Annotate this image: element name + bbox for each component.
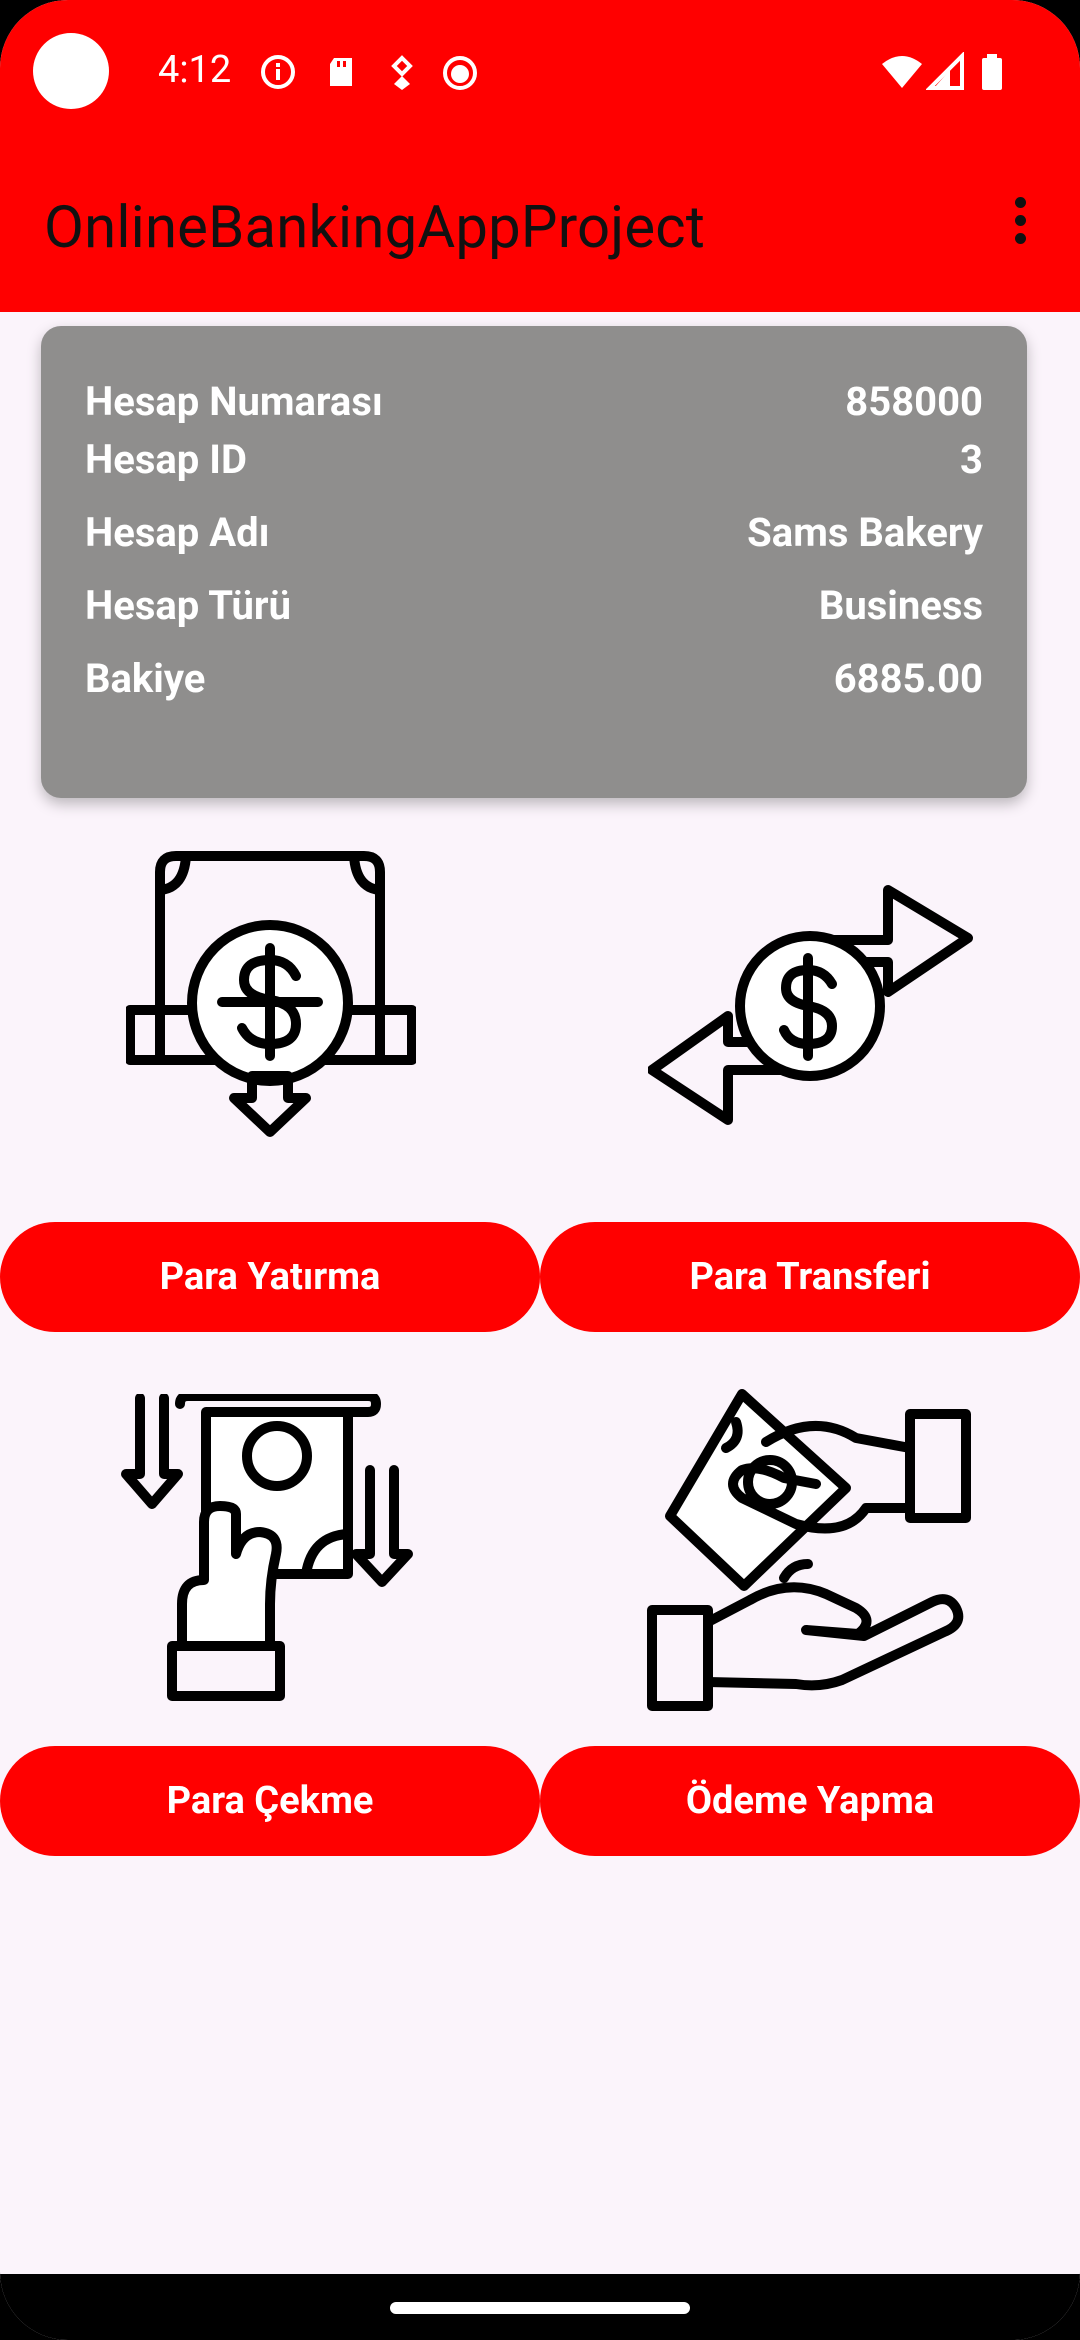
account-id-row: Hesap ID 3 [85, 436, 983, 492]
account-name-row: Hesap Adı Sams Bakery [85, 509, 983, 565]
overflow-menu-icon[interactable] [1004, 192, 1036, 256]
withdraw-button[interactable]: Para Çekme [0, 1746, 540, 1856]
balance-label: Bakiye [85, 655, 206, 702]
account-id-value: 3 [960, 436, 983, 483]
transfer-button[interactable]: Para Transferi [540, 1222, 1080, 1332]
status-time: 4:12 [158, 48, 232, 92]
make-payment-icon[interactable] [646, 1388, 976, 1712]
account-card: Hesap Numarası 858000 Hesap ID 3 Hesap A… [41, 326, 1027, 798]
info-icon [261, 55, 295, 89]
account-type-row: Hesap Türü Business [85, 582, 983, 638]
money-transfer-icon[interactable] [648, 880, 974, 1132]
deposit-button[interactable]: Para Yatırma [0, 1222, 540, 1332]
status-bar: 4:12 [0, 0, 1080, 142]
account-type-value: Business [818, 582, 983, 629]
withdraw-money-icon[interactable] [120, 1394, 422, 1704]
balance-row: Bakiye 6885.00 [85, 655, 983, 711]
app-notification-icon [443, 56, 477, 90]
screen: 4:12 OnlineBankingAppProject Hesap Numar… [0, 0, 1080, 2340]
payment-button[interactable]: Ödeme Yapma [540, 1746, 1080, 1856]
home-gesture-handle[interactable] [390, 2302, 690, 2314]
download-icon [391, 55, 413, 90]
camera-cutout [33, 33, 109, 109]
account-number-label: Hesap Numarası [85, 378, 383, 425]
app-title: OnlineBankingAppProject [44, 194, 706, 262]
wifi-icon [882, 56, 922, 88]
deposit-money-icon[interactable] [126, 848, 416, 1160]
signal-icon [926, 52, 964, 90]
account-name-label: Hesap Adı [85, 509, 270, 556]
account-name-value: Sams Bakery [747, 509, 983, 556]
account-number-value: 858000 [845, 378, 983, 425]
battery-icon [982, 54, 1002, 90]
sd-card-icon [330, 58, 352, 86]
account-id-label: Hesap ID [85, 436, 247, 483]
account-number-row: Hesap Numarası 858000 [85, 378, 983, 434]
account-type-label: Hesap Türü [85, 582, 291, 629]
balance-value: 6885.00 [833, 655, 983, 702]
app-bar: OnlineBankingAppProject [0, 142, 1080, 312]
